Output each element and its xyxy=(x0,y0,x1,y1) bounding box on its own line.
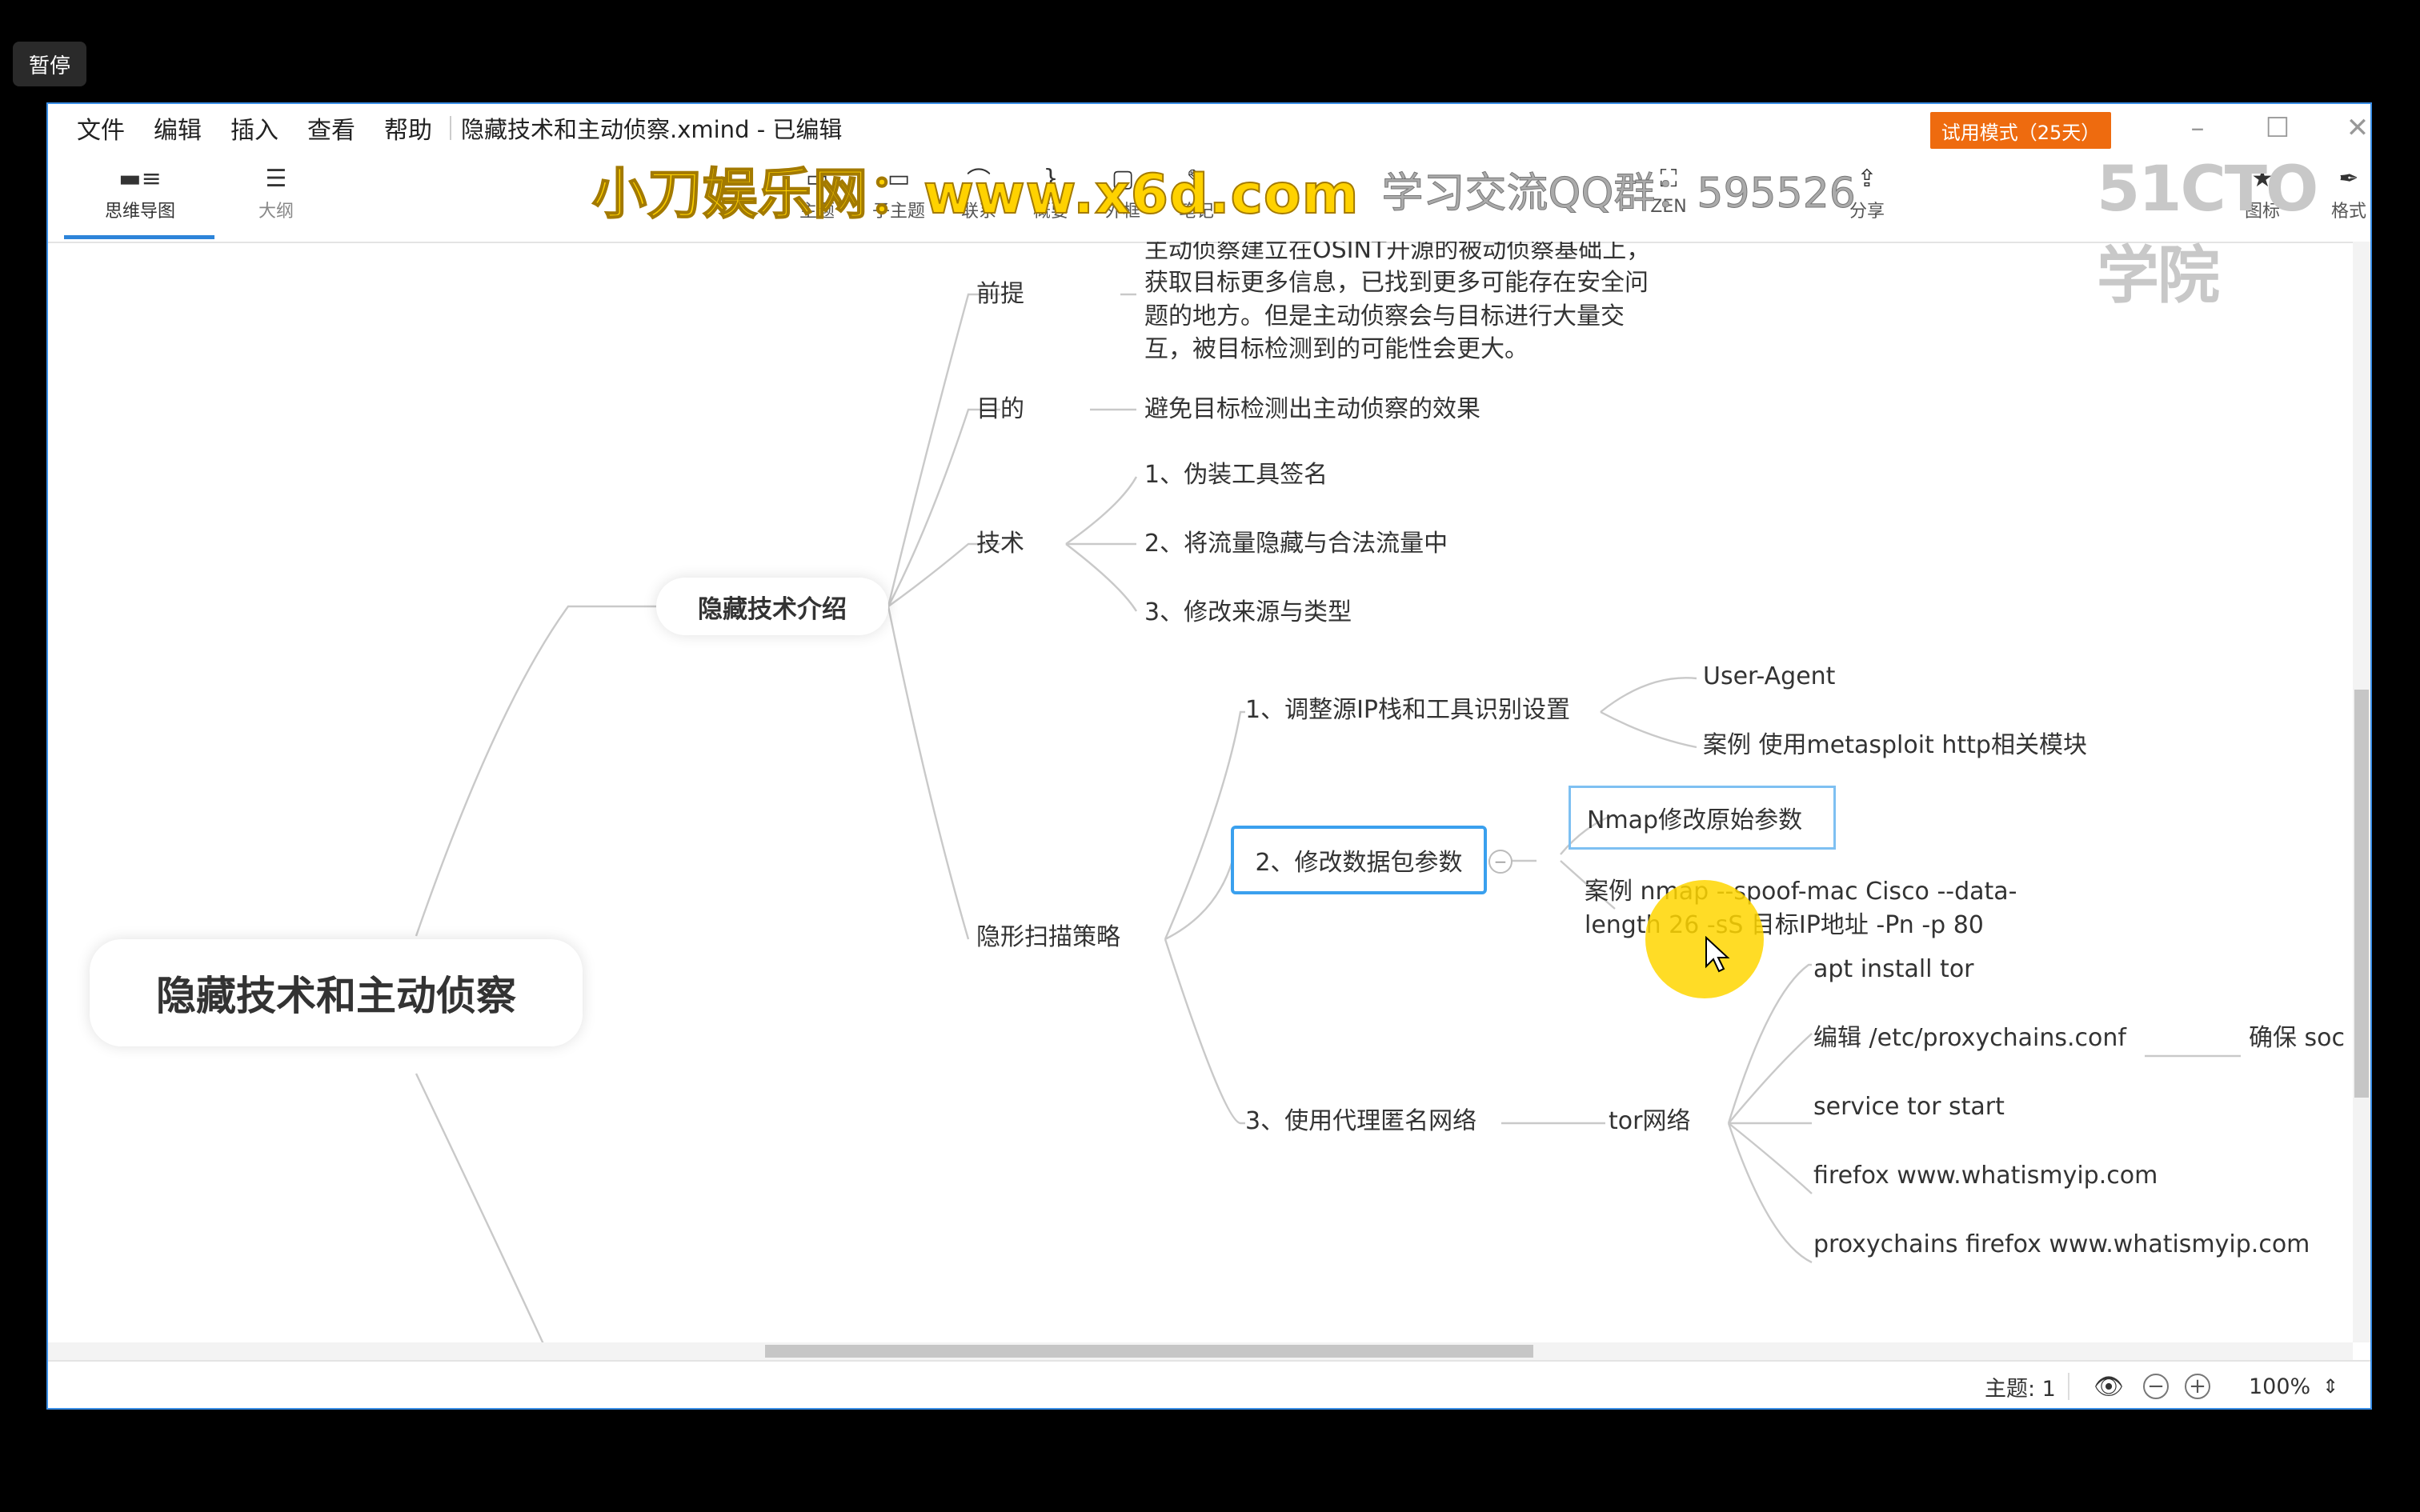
node-tech-2[interactable]: 2、将流量隐藏与合法流量中 xyxy=(1144,528,1448,561)
close-icon[interactable]: ✕ xyxy=(2334,110,2382,146)
node-metasploit-case[interactable]: 案例 使用metasploit http相关模块 xyxy=(1703,730,2087,762)
zoom-out-icon[interactable]: − xyxy=(2143,1374,2169,1399)
app-window: 文件 编辑 插入 查看 帮助 隐藏技术和主动侦察.xmind - 已编辑 试用模… xyxy=(46,102,2372,1410)
active-tab-indicator xyxy=(64,235,214,239)
node-s2-selected[interactable]: 2、修改数据包参数 xyxy=(1231,826,1487,894)
outline-label: 大纲 xyxy=(258,202,294,222)
node-user-agent[interactable]: User-Agent xyxy=(1703,661,1835,694)
node-firefox-whatismyip[interactable]: firefox www.whatismyip.com xyxy=(1813,1160,2158,1193)
menu-insert[interactable]: 插入 xyxy=(230,110,278,146)
node-premise[interactable]: 前提 xyxy=(976,278,1024,311)
eye-icon[interactable]: 👁 xyxy=(2093,1362,2124,1411)
zoom-level[interactable]: 100% xyxy=(2249,1362,2310,1411)
trial-mode-badge[interactable]: 试用模式（25天） xyxy=(1930,112,2111,149)
collapse-icon[interactable]: − xyxy=(1488,850,1512,874)
root-topic-label: 隐藏技术和主动侦察 xyxy=(156,973,516,1019)
topic-count: 主题: 1 xyxy=(1985,1376,2056,1402)
menu-edit[interactable]: 编辑 xyxy=(154,110,202,146)
node-s1[interactable]: 1、调整源IP栈和工具识别设置 xyxy=(1245,694,1570,727)
menu-divider xyxy=(450,116,451,140)
menu-help[interactable]: 帮助 xyxy=(384,110,432,146)
mindmap-label: 思维导图 xyxy=(104,202,175,222)
node-service-tor-start[interactable]: service tor start xyxy=(1813,1091,2005,1124)
topic-hiding-intro-label: 隐藏技术介绍 xyxy=(698,594,847,624)
zoom-stepper-icon[interactable]: ⇕ xyxy=(2322,1362,2338,1411)
nmap-case-line-1: 案例 nmap --spoof-mac Cisco --data- xyxy=(1585,878,2017,906)
outline-view-button[interactable]: ☰ 大纲 xyxy=(232,160,320,222)
document-title: 隐藏技术和主动侦察.xmind - 已编辑 xyxy=(461,116,843,143)
vertical-scrollbar[interactable] xyxy=(2353,242,2370,1342)
status-bar: 主题: 1 👁 − + 100% ⇕ xyxy=(48,1360,2370,1411)
node-premise-text[interactable]: 主动侦察建立在OSINT开源的被动侦察基础上， 获取目标更多信息，已找到更多可能… xyxy=(1144,242,1650,366)
video-watermark: 小刀娱乐网：www.x6d.com 学习交流QQ群：595526 xyxy=(591,152,1856,227)
node-proxychains-firefox[interactable]: proxychains firefox www.whatismyip.com xyxy=(1813,1229,2310,1262)
minimize-icon[interactable]: – xyxy=(2174,110,2222,146)
node-tor-network[interactable]: tor网络 xyxy=(1609,1106,1690,1138)
node-edit-proxychains[interactable]: 编辑 /etc/proxychains.conf xyxy=(1813,1022,2126,1055)
vertical-scroll-thumb[interactable] xyxy=(2354,690,2369,1098)
node-nmap-raw-params-label: Nmap修改原始参数 xyxy=(1587,806,1803,834)
node-nmap-raw-params[interactable]: Nmap修改原始参数 xyxy=(1569,786,1836,850)
mindmap-icon: ▬≡ xyxy=(118,164,162,193)
node-s2-label: 2、修改数据包参数 xyxy=(1255,849,1463,877)
watermark-main: 小刀娱乐网：www.x6d.com xyxy=(591,162,1360,227)
status-divider xyxy=(2068,1373,2069,1400)
mindmap-view-button[interactable]: ▬≡ 思维导图 xyxy=(96,160,184,222)
pause-button[interactable]: 暂停 xyxy=(13,42,86,86)
node-technique[interactable]: 技术 xyxy=(976,528,1024,561)
horizontal-scrollbar[interactable] xyxy=(48,1342,2353,1360)
premise-line-4: 互，被目标检测到的可能性会更大。 xyxy=(1144,335,1529,364)
menu-file[interactable]: 文件 xyxy=(77,110,125,146)
node-apt-install-tor[interactable]: apt install tor xyxy=(1813,954,1974,986)
maximize-icon[interactable]: ☐ xyxy=(2254,110,2302,146)
zoom-in-icon[interactable]: + xyxy=(2185,1374,2210,1399)
node-tech-3[interactable]: 3、修改来源与类型 xyxy=(1144,597,1352,630)
share-icon: ⇪ xyxy=(1857,164,1877,193)
mouse-cursor-icon xyxy=(1705,936,1730,973)
root-topic[interactable]: 隐藏技术和主动侦察 xyxy=(90,939,583,1046)
node-purpose[interactable]: 目的 xyxy=(976,394,1024,426)
node-purpose-text[interactable]: 避免目标检测出主动侦察的效果 xyxy=(1144,394,1480,426)
node-ensure-socks[interactable]: 确保 soc xyxy=(2249,1022,2345,1055)
watermark-sub: 学习交流QQ群：595526 xyxy=(1381,169,1856,218)
horizontal-scroll-thumb[interactable] xyxy=(765,1345,1533,1358)
outline-icon: ☰ xyxy=(265,164,287,193)
node-s3[interactable]: 3、使用代理匿名网络 xyxy=(1245,1106,1476,1138)
premise-line-2: 获取目标更多信息，已找到更多可能存在安全问 xyxy=(1144,269,1649,298)
menu-view[interactable]: 查看 xyxy=(307,110,355,146)
mindmap-canvas[interactable]: 隐藏技术和主动侦察 隐藏技术介绍 前提 主动侦察建立在OSINT开源的被动侦察基… xyxy=(48,242,2370,1342)
premise-line-3: 题的地方。但是主动侦察会与目标进行大量交 xyxy=(1144,302,1625,330)
node-stealth-scan[interactable]: 隐形扫描策略 xyxy=(976,922,1120,954)
premise-line-1: 主动侦察建立在OSINT开源的被动侦察基础上， xyxy=(1144,242,1651,264)
topic-hiding-intro[interactable]: 隐藏技术介绍 xyxy=(656,578,888,635)
node-tech-1[interactable]: 1、伪装工具签名 xyxy=(1144,459,1328,492)
